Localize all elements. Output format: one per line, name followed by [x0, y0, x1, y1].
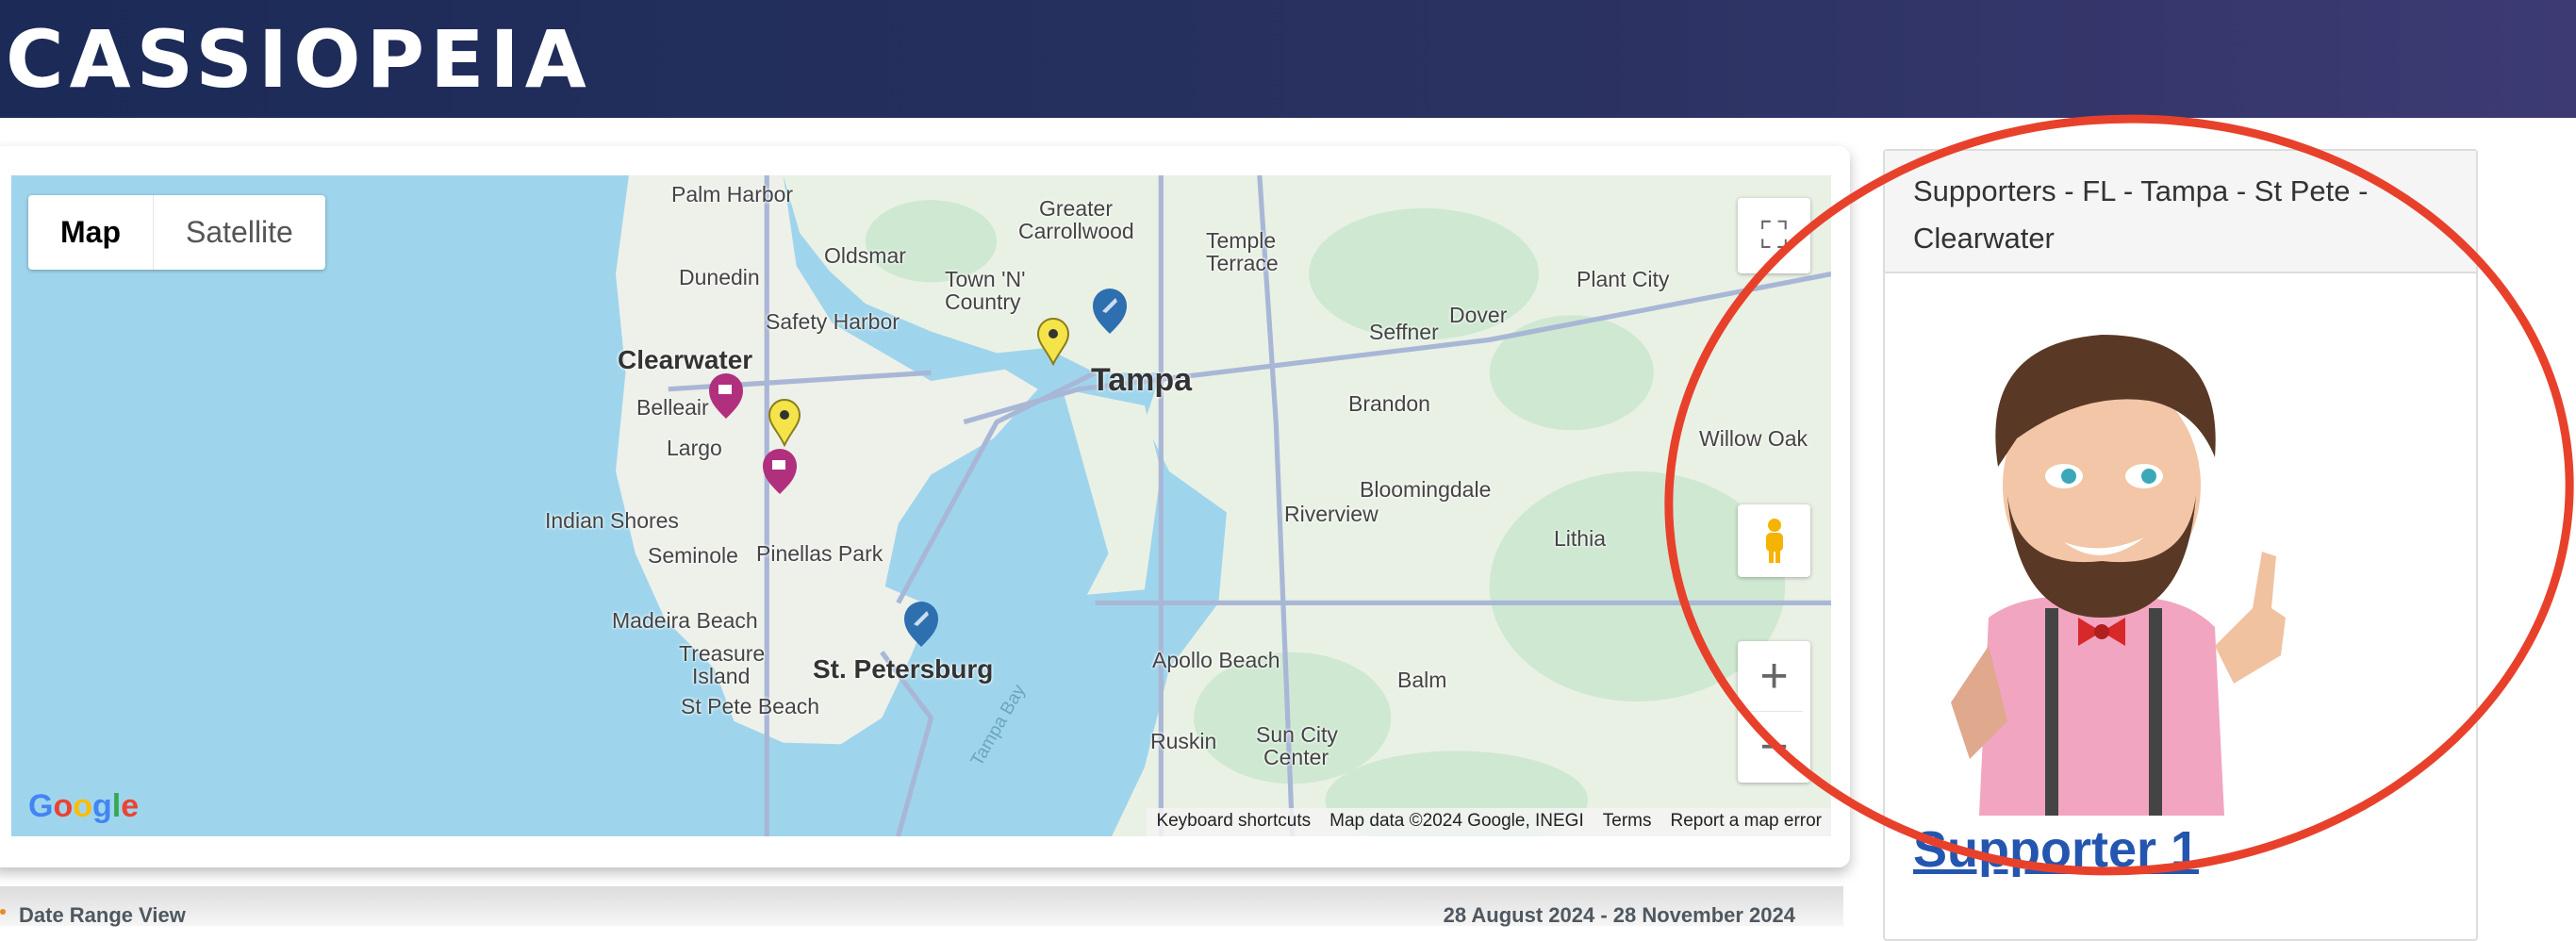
- map-label: Madeira Beach: [612, 608, 758, 633]
- map-label: Bloomingdale: [1360, 477, 1492, 502]
- supporter-avatar[interactable]: [1913, 306, 2290, 816]
- map-type-control: Map Satellite: [28, 195, 325, 270]
- bullet-icon: [0, 909, 6, 915]
- google-logo: Google: [28, 788, 140, 824]
- map-label: Dover: [1449, 303, 1508, 327]
- map-label: Oldsmar: [824, 243, 906, 268]
- fullscreen-icon: ⛶: [1760, 214, 1788, 256]
- map-label: Largo: [667, 436, 722, 460]
- supporters-panel: Supporters - FL - Tampa - St Pete - Clea…: [1883, 149, 2478, 941]
- app-header: CASSIOPEIA: [0, 0, 2576, 118]
- yellow-map-pin[interactable]: [766, 398, 803, 447]
- map-label: Temple: [1206, 228, 1277, 253]
- map-label: Apollo Beach: [1152, 648, 1280, 672]
- zoom-out-button[interactable]: −: [1746, 712, 1803, 783]
- map-label: Pinellas Park: [756, 541, 883, 566]
- map-label: Brandon: [1348, 391, 1430, 416]
- brand-logo: CASSIOPEIA: [6, 13, 592, 106]
- map-label: Plant City: [1577, 267, 1670, 291]
- map-label: Treasure: [679, 641, 766, 666]
- map-label: Sun City: [1256, 722, 1338, 747]
- pegman-icon: [1765, 518, 1783, 563]
- map-label: Seminole: [648, 543, 738, 568]
- map-label: Balm: [1397, 668, 1447, 692]
- map-attribution: Keyboard shortcuts Map data ©2024 Google…: [1147, 808, 1831, 836]
- blue-map-pin[interactable]: [902, 600, 940, 649]
- date-range-label: Date Range View: [19, 903, 186, 927]
- street-view-pegman[interactable]: [1738, 504, 1810, 577]
- supporter-name-link[interactable]: Supporter 1: [1913, 820, 2199, 879]
- map-label: Willow Oak: [1699, 426, 1808, 451]
- map-data-text: Map data ©2024 Google, INEGI: [1329, 811, 1584, 831]
- map-label: Safety Harbor: [766, 309, 900, 334]
- map-label: Carrollwood: [1018, 219, 1134, 243]
- map-label: St Pete Beach: [681, 694, 820, 718]
- map-type-map-button[interactable]: Map: [28, 195, 154, 270]
- map-label: Belleair: [636, 395, 709, 420]
- zoom-in-button[interactable]: +: [1745, 641, 1803, 712]
- map-label: Center: [1263, 745, 1329, 769]
- map-label: Terrace: [1206, 251, 1279, 275]
- zoom-control: + −: [1738, 641, 1810, 783]
- map-label: Town 'N': [945, 267, 1026, 291]
- report-map-error-link[interactable]: Report a map error: [1660, 808, 1831, 836]
- map-label: Island: [692, 664, 751, 688]
- keyboard-shortcuts-link[interactable]: Keyboard shortcuts: [1147, 808, 1320, 836]
- map-label: Ruskin: [1150, 729, 1217, 753]
- map-label: Indian Shores: [545, 508, 679, 533]
- date-range-value: 28 August 2024 - 28 November 2024: [1443, 903, 1795, 927]
- map-label: Dunedin: [679, 265, 760, 289]
- map-label: Tampa: [1091, 362, 1193, 398]
- map-label: Palm Harbor: [671, 182, 794, 206]
- map-label: Seffner: [1369, 320, 1439, 344]
- fullscreen-button[interactable]: ⛶: [1738, 198, 1810, 273]
- map-label: Country: [945, 289, 1021, 314]
- map-label: Greater: [1039, 196, 1113, 221]
- panel-title: Supporters - FL - Tampa - St Pete - Clea…: [1885, 151, 2476, 273]
- blue-map-pin[interactable]: [1091, 287, 1129, 336]
- purple-coffee-pin[interactable]: [761, 447, 799, 496]
- map-label: Riverview: [1284, 502, 1379, 526]
- map-background: Tampa Bay: [11, 175, 1831, 836]
- terms-link[interactable]: Terms: [1593, 808, 1661, 836]
- map-label: Lithia: [1554, 526, 1606, 551]
- purple-coffee-pin[interactable]: [707, 371, 745, 421]
- map-view[interactable]: Tampa Bay Palm Harbor Greater Carrollwoo…: [11, 175, 1831, 836]
- yellow-map-pin[interactable]: [1034, 317, 1072, 366]
- map-type-satellite-button[interactable]: Satellite: [154, 195, 325, 270]
- map-label: St. Petersburg: [813, 654, 994, 684]
